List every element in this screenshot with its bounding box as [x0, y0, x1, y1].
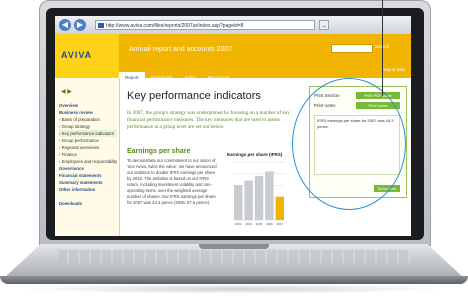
sidebar-item[interactable]: Other information [59, 186, 117, 193]
chart-tick-label: 2003 [235, 222, 242, 226]
site-header: AVIVA Annual report and accounts 2007 Se… [55, 34, 411, 84]
chart-tick-label: 2004 [245, 222, 252, 226]
chart-bar [254, 175, 264, 220]
search-input[interactable] [331, 44, 373, 53]
sidebar: ◀ ▶ Overview Business review › Basis of pr… [55, 78, 120, 236]
laptop-front-edge [0, 276, 468, 284]
sidebar-item[interactable]: Downloads [59, 200, 117, 207]
browser-toolbar: ◀ ▶ http://www.aviva.com/files/reports/2… [55, 16, 411, 35]
report-navigation[interactable]: Report navi [382, 67, 405, 72]
eps-chart: 2003 2004 2005 2006 2007 [233, 161, 285, 226]
back-button[interactable]: ◀ [59, 19, 71, 31]
top-nav: Report Downloads Index Resources [119, 66, 235, 84]
sidebar-item[interactable]: › Group strategy [59, 123, 117, 130]
chart-bar [244, 180, 253, 220]
sidebar-item[interactable]: › Employees and responsibility [59, 158, 117, 165]
section-heading: Earnings per share [127, 148, 191, 155]
page-title: Key performance indicators [127, 90, 261, 102]
page-icon [98, 23, 104, 28]
laptop-shadow [20, 284, 448, 294]
laptop-hinge [199, 244, 269, 249]
sidebar-item[interactable]: Overview [59, 102, 117, 109]
site-title: Annual report and accounts 2007 [129, 46, 233, 53]
sidebar-item[interactable]: Governance [59, 165, 117, 172]
chart-bar [234, 185, 243, 220]
logo-band: AVIVA [55, 34, 119, 78]
chart-bar [265, 171, 274, 220]
chart-tick-label: 2007 [276, 222, 283, 226]
chart-title: Earnings per share (IFRS) [227, 152, 283, 157]
chart-bar [275, 196, 284, 220]
aviva-logo[interactable]: AVIVA [61, 50, 92, 60]
sidebar-item[interactable]: Summary statements [59, 179, 117, 186]
sidebar-item[interactable]: › Basis of preparation [59, 116, 117, 123]
sidebar-item[interactable]: › Group performance [59, 137, 117, 144]
main-content: Key performance indicators In 2007, the … [127, 78, 303, 236]
chart-tick-label: 2006 [266, 222, 273, 226]
chart-tick-label: 2005 [256, 222, 263, 226]
keyboard [58, 250, 410, 264]
sidebar-item[interactable]: Financial statements [59, 172, 117, 179]
sidebar-list: Overview Business review › Basis of prepar… [59, 102, 117, 207]
highlight-callout-circle [292, 78, 406, 210]
body-text: To demonstrate our commitment to our vis… [127, 158, 217, 205]
intro-text: In 2007, the group's strategy was underp… [127, 110, 290, 130]
sidebar-item[interactable]: › Finance [59, 151, 117, 158]
forward-button[interactable]: ▶ [74, 19, 86, 31]
sidebar-item[interactable]: › Key performance indicators [59, 130, 117, 137]
sidebar-item[interactable]: Business review [59, 109, 117, 116]
laptop-scene: ◀ ▶ http://www.aviva.com/files/reports/2… [0, 0, 468, 298]
prev-next-arrows[interactable]: ◀ ▶ [61, 88, 72, 95]
callout-pointer-line [382, 0, 383, 96]
go-button[interactable]: → [319, 20, 329, 30]
url-text: http://www.aviva.com/files/reports/2007a… [106, 23, 244, 29]
sidebar-item[interactable]: › Regional overviews [59, 144, 117, 151]
address-bar[interactable]: http://www.aviva.com/files/reports/2007a… [95, 20, 315, 30]
sidebar-item[interactable] [59, 193, 117, 200]
